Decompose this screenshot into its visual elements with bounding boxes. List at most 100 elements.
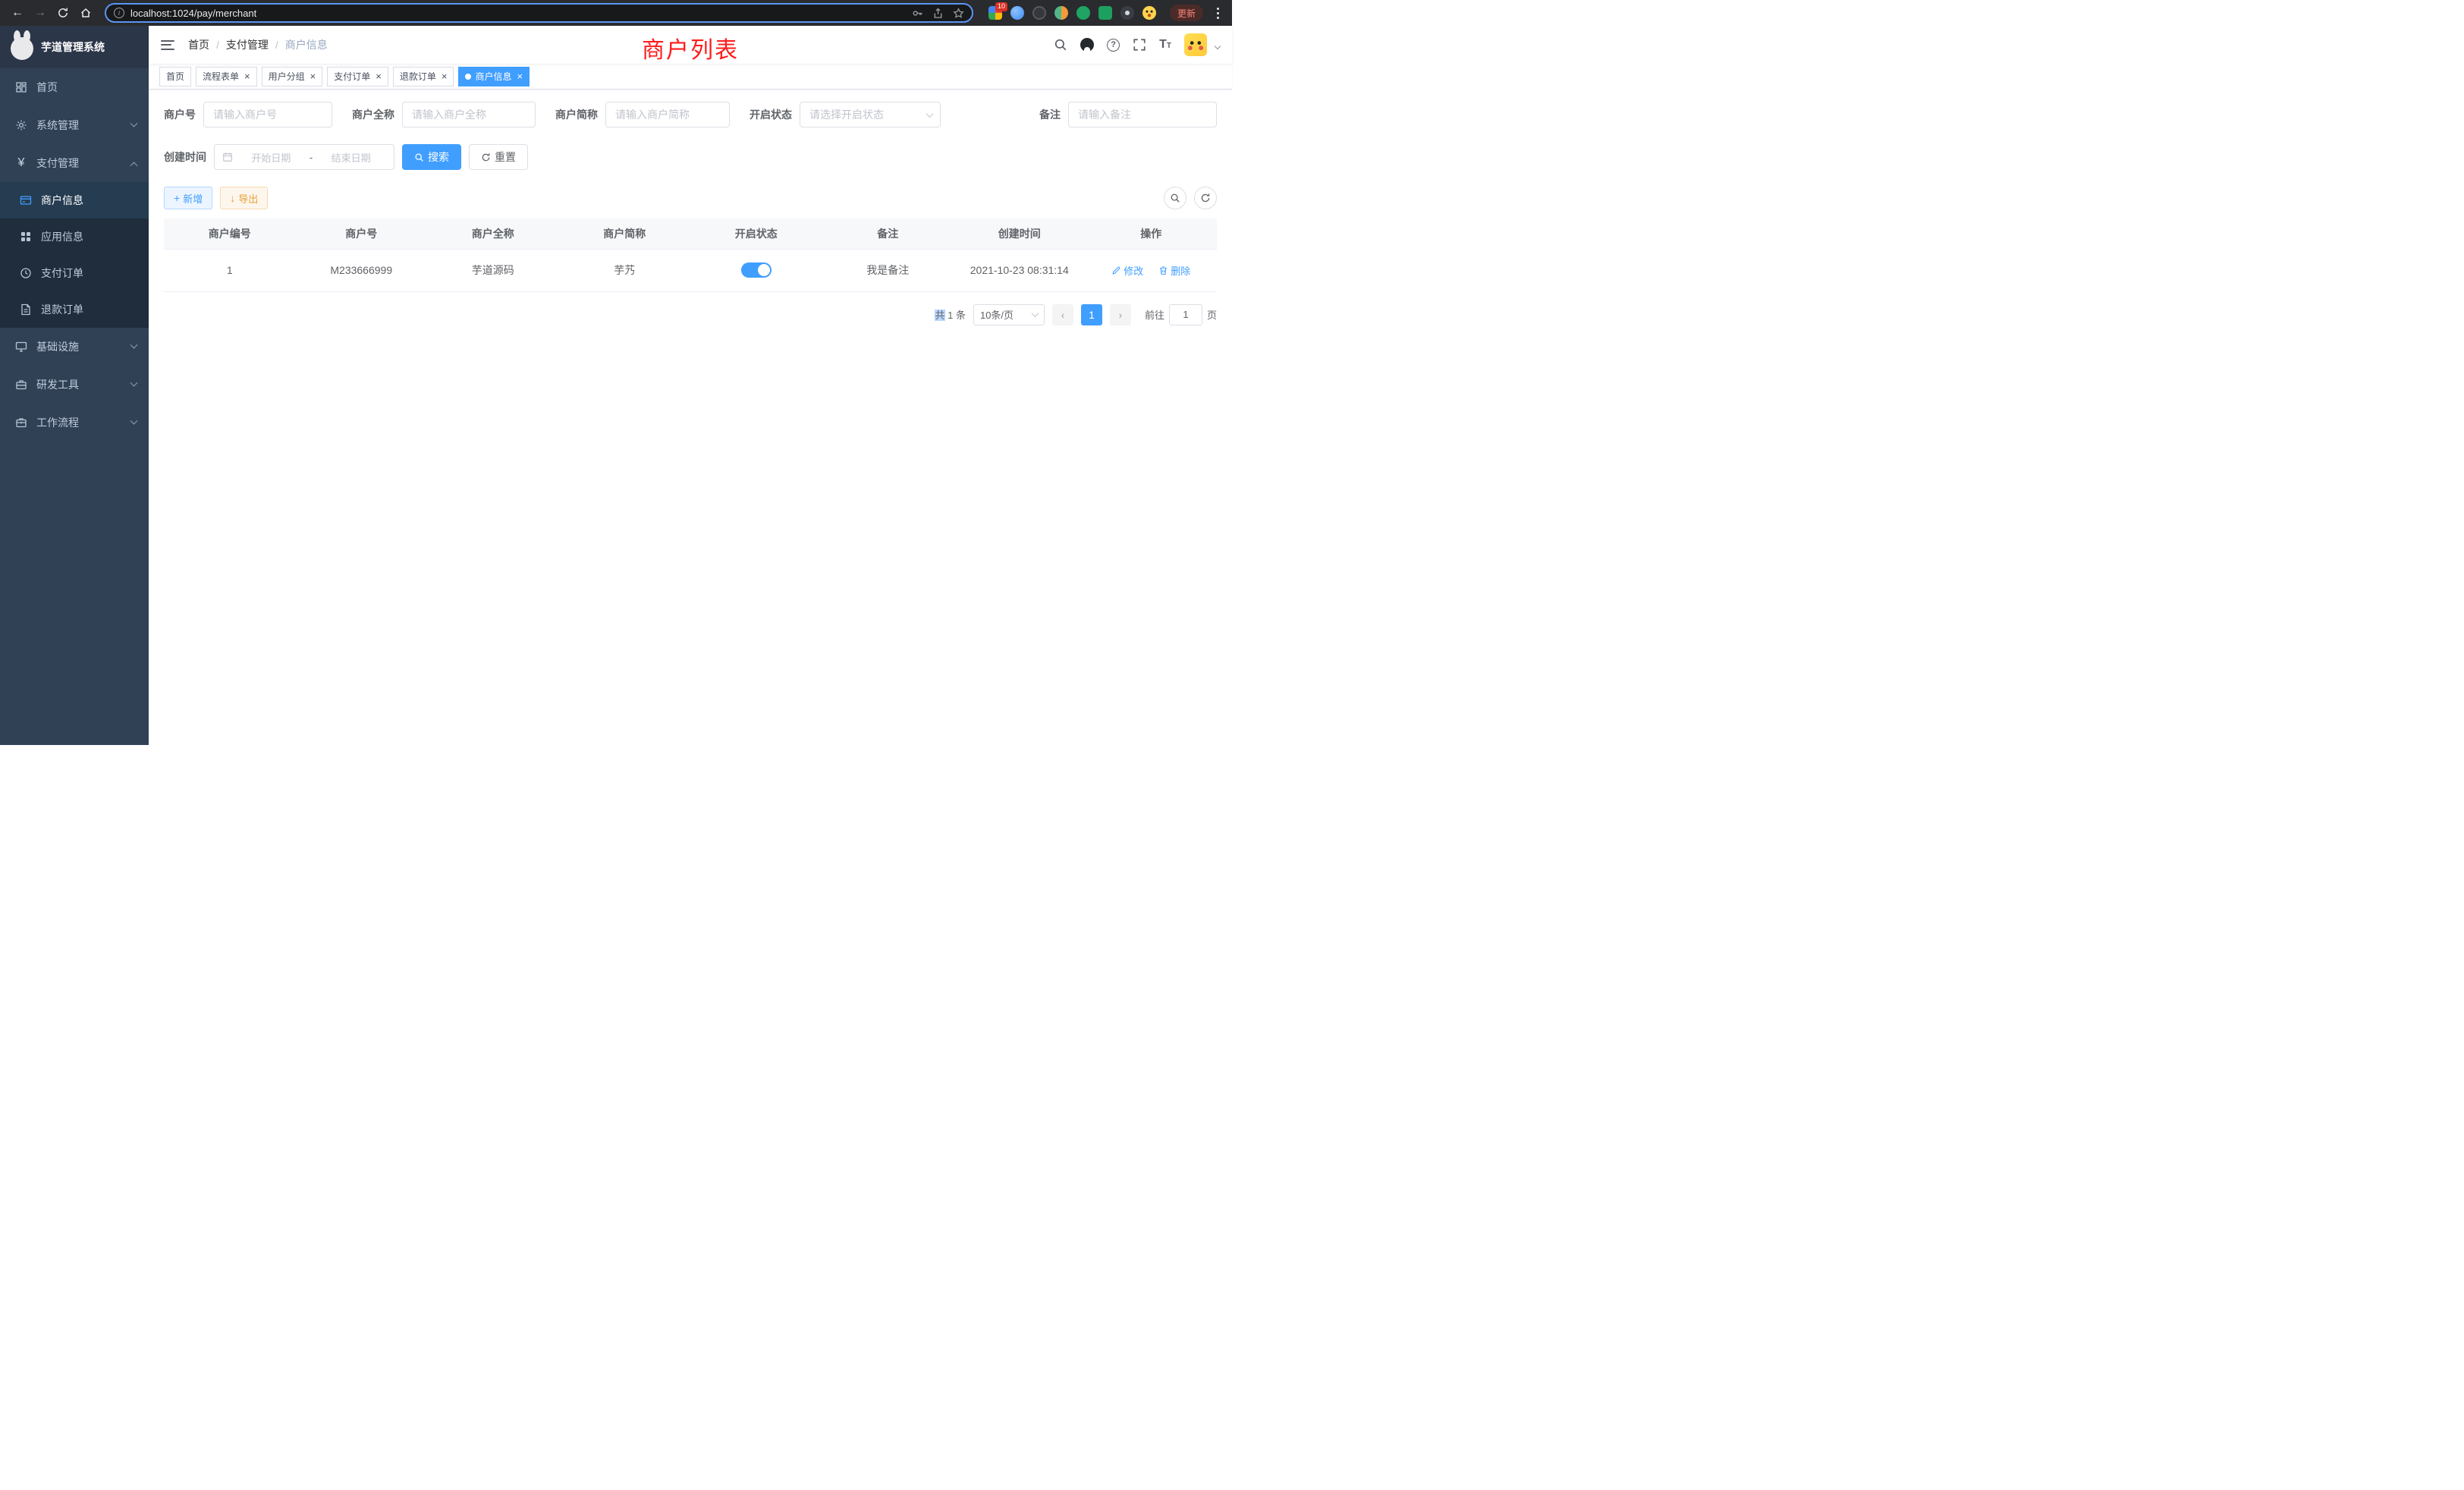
search-button[interactable]: 搜索 <box>402 144 461 170</box>
delete-link[interactable]: 删除 <box>1158 263 1190 278</box>
remark-input[interactable] <box>1068 102 1217 127</box>
chevron-down-icon <box>130 341 138 348</box>
column-header: 创建时间 <box>954 218 1086 249</box>
browser-back-button[interactable]: ← <box>8 3 27 23</box>
edit-link[interactable]: 修改 <box>1111 263 1143 278</box>
full-name-input[interactable] <box>402 102 536 127</box>
merchant-no-label: 商户号 <box>164 107 196 122</box>
extension-icon[interactable] <box>1010 6 1024 20</box>
tab-home[interactable]: 首页 <box>159 67 191 86</box>
help-icon[interactable]: ? <box>1107 39 1120 52</box>
github-icon[interactable] <box>1080 38 1094 52</box>
browser-home-button[interactable] <box>76 3 96 23</box>
page-number-1[interactable]: 1 <box>1081 304 1102 325</box>
annotation-merchant-list: 商户列表 <box>642 31 739 64</box>
merchant-no-input[interactable] <box>203 102 332 127</box>
fullscreen-icon[interactable] <box>1133 38 1146 52</box>
page-info-icon[interactable]: i <box>114 8 124 18</box>
sidebar-item-merchant-info[interactable]: 商户信息 <box>0 182 149 218</box>
close-icon[interactable]: × <box>244 71 250 81</box>
toggle-search-button[interactable] <box>1164 187 1186 209</box>
refresh-table-button[interactable] <box>1194 187 1217 209</box>
sidebar-item-home[interactable]: 首页 <box>0 68 149 106</box>
extension-icon[interactable]: 10 <box>988 6 1002 20</box>
date-start-placeholder: 开始日期 <box>236 150 306 165</box>
tab-process-form[interactable]: 流程表单 × <box>196 67 257 86</box>
column-header: 商户全称 <box>427 218 559 249</box>
column-header: 商户简称 <box>559 218 691 249</box>
url-text: localhost:1024/pay/merchant <box>130 8 256 19</box>
sidebar-item-dev-tools[interactable]: 研发工具 <box>0 366 149 404</box>
refresh-icon <box>1200 193 1211 203</box>
extension-badge: 10 <box>995 2 1007 11</box>
browser-forward-button[interactable]: → <box>30 3 50 23</box>
font-size-icon[interactable]: TT <box>1159 38 1171 52</box>
cell-actions: 修改 删除 <box>1086 249 1218 291</box>
close-icon[interactable]: × <box>517 71 523 81</box>
sidebar-item-app-info[interactable]: 应用信息 <box>0 218 149 255</box>
extension-icon[interactable] <box>1142 6 1156 20</box>
password-key-icon[interactable] <box>912 8 923 19</box>
sidebar-item-payment-management[interactable]: ¥ 支付管理 <box>0 144 149 182</box>
extension-icon[interactable] <box>1076 6 1090 20</box>
sidebar-item-workflow[interactable]: 工作流程 <box>0 404 149 442</box>
trash-icon <box>1158 266 1168 275</box>
sidebar-toggle-button[interactable] <box>161 37 174 53</box>
reset-button[interactable]: 重置 <box>469 144 528 170</box>
search-icon <box>414 152 424 162</box>
gear-icon <box>15 119 27 131</box>
page-size-select[interactable]: 10条/页 <box>973 304 1045 325</box>
briefcase-icon <box>15 417 27 429</box>
address-bar[interactable]: i localhost:1024/pay/merchant <box>105 3 973 23</box>
sidebar-item-system-management[interactable]: 系统管理 <box>0 106 149 144</box>
prev-page-button[interactable]: ‹ <box>1052 304 1073 325</box>
extension-icon[interactable] <box>1032 6 1046 20</box>
extension-icon[interactable] <box>1098 6 1112 20</box>
close-icon[interactable]: × <box>442 71 448 81</box>
add-button[interactable]: + 新增 <box>164 187 212 209</box>
user-avatar[interactable] <box>1184 33 1207 56</box>
avatar-dropdown-caret-icon[interactable] <box>1215 42 1221 49</box>
status-toggle[interactable] <box>741 262 772 278</box>
tab-merchant-info[interactable]: 商户信息 × <box>458 67 530 86</box>
grid-icon <box>20 231 32 243</box>
sidebar-item-payment-orders[interactable]: 支付订单 <box>0 255 149 291</box>
goto-page-input[interactable] <box>1169 304 1202 325</box>
extension-icon[interactable] <box>1054 6 1068 20</box>
search-icon[interactable] <box>1054 38 1067 52</box>
merchant-table: 商户编号 商户号 商户全称 商户简称 开启状态 备注 创建时间 操作 1 M23… <box>164 218 1217 292</box>
bookmark-star-icon[interactable] <box>953 8 964 19</box>
export-button[interactable]: ↓ 导出 <box>220 187 268 209</box>
tags-view-bar: 首页 流程表单 × 用户分组 × 支付订单 × 退款订单 × 商户信息 × <box>149 64 1232 90</box>
sidebar-item-refund-orders[interactable]: 退款订单 <box>0 291 149 328</box>
close-icon[interactable]: × <box>376 71 382 81</box>
tab-payment-orders[interactable]: 支付订单 × <box>327 67 388 86</box>
top-navbar: 首页 / 支付管理 / 商户信息 商户列表 ? TT <box>149 26 1232 64</box>
chevron-down-icon <box>130 119 138 127</box>
browser-refresh-button[interactable] <box>53 3 73 23</box>
calendar-icon <box>222 152 233 162</box>
app-logo: 芋道管理系统 <box>0 26 149 68</box>
tab-user-group[interactable]: 用户分组 × <box>262 67 323 86</box>
app-title: 芋道管理系统 <box>41 39 105 55</box>
share-icon[interactable] <box>932 8 944 19</box>
full-name-label: 商户全称 <box>352 107 394 122</box>
tab-refund-orders[interactable]: 退款订单 × <box>393 67 454 86</box>
short-name-input[interactable] <box>605 102 730 127</box>
column-header: 操作 <box>1086 218 1218 249</box>
table-row: 1 M233666999 芋道源码 芋艿 我是备注 2021-10-23 08:… <box>164 249 1217 291</box>
browser-toolbar: ← → i localhost:1024/pay/merchant 10 更新 <box>0 0 1232 26</box>
close-icon[interactable]: × <box>310 71 316 81</box>
status-select[interactable]: 请选择开启状态 <box>800 102 941 127</box>
table-toolbar: + 新增 ↓ 导出 <box>164 187 1217 209</box>
breadcrumb-payment[interactable]: 支付管理 <box>226 37 269 52</box>
browser-menu-button[interactable] <box>1211 5 1224 21</box>
breadcrumb-home[interactable]: 首页 <box>188 37 209 52</box>
yen-icon: ¥ <box>15 156 27 170</box>
create-time-range-picker[interactable]: 开始日期 - 结束日期 <box>214 144 394 170</box>
sidebar-item-infrastructure[interactable]: 基础设施 <box>0 328 149 366</box>
chrome-update-button[interactable]: 更新 <box>1170 5 1203 21</box>
remark-label: 备注 <box>1039 107 1061 122</box>
extension-icon[interactable] <box>1120 6 1134 20</box>
next-page-button[interactable]: › <box>1110 304 1131 325</box>
